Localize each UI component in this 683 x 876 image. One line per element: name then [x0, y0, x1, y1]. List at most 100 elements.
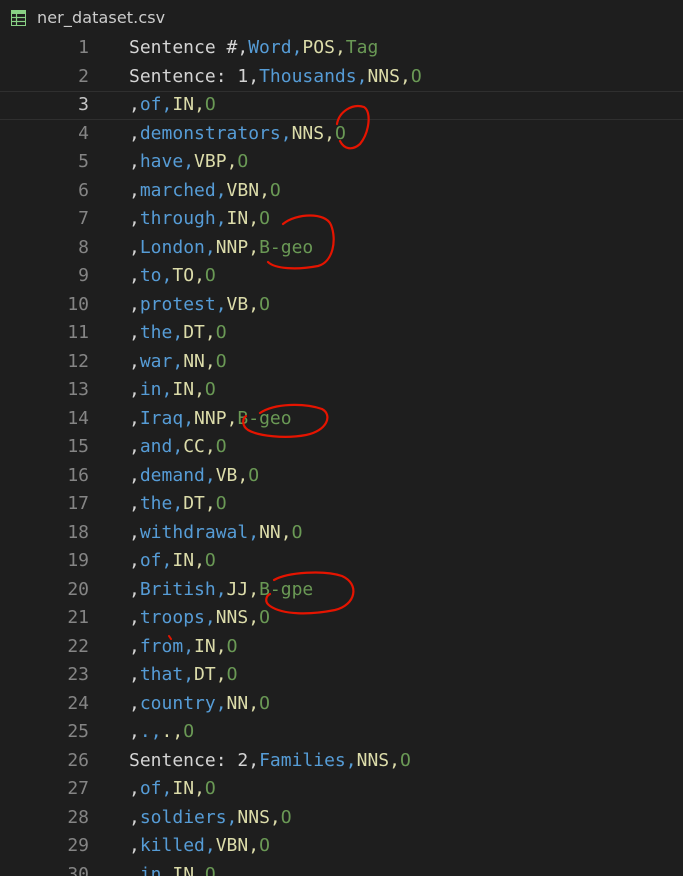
line-number: 8 — [78, 236, 89, 258]
line-content[interactable]: ,of,IN,O — [129, 91, 216, 120]
code-line[interactable]: 7 ,through,IN,O — [0, 205, 683, 234]
csv-separator: , — [129, 607, 140, 628]
code-line[interactable]: 27 ,of,IN,O — [0, 775, 683, 804]
line-number: 25 — [67, 721, 89, 742]
csv-separator: , — [129, 493, 140, 514]
csv-separator: , — [129, 721, 140, 742]
csv-cell: O — [259, 835, 270, 856]
code-line[interactable]: 21 ,troops,NNS,O — [0, 604, 683, 633]
line-content[interactable]: ,Iraq,NNP,B-geo — [129, 405, 292, 434]
csv-separator: , — [129, 122, 140, 144]
line-number: 11 — [67, 322, 89, 343]
code-line[interactable]: 19 ,of,IN,O — [0, 547, 683, 576]
line-content[interactable]: ,demonstrators,NNS,O — [129, 120, 346, 149]
code-line[interactable]: 1 Sentence #,Word,POS,Tag — [0, 34, 683, 63]
csv-cell: O — [215, 436, 227, 457]
line-content[interactable]: ,that,DT,O — [129, 661, 237, 690]
code-line[interactable]: 20 ,British,JJ,B-gpe — [0, 576, 683, 605]
line-content[interactable]: ,marched,VBN,O — [129, 177, 281, 206]
csv-cell: NNS — [237, 806, 270, 828]
csv-separator: , — [129, 151, 140, 172]
line-content[interactable]: ,in,IN,O — [129, 376, 216, 405]
code-line[interactable]: 9 ,to,TO,O — [0, 262, 683, 291]
code-line[interactable]: 4 ,demonstrators,NNS,O — [0, 120, 683, 149]
line-content[interactable]: Sentence #,Word,POS,Tag — [129, 34, 378, 63]
csv-cell: O — [215, 322, 227, 343]
code-line[interactable]: 15 ,and,CC,O — [0, 433, 683, 462]
code-line[interactable]: 3 ,of,IN,O — [0, 91, 683, 120]
code-line[interactable]: 14 ,Iraq,NNP,B-geo — [0, 405, 683, 434]
csv-cell: O — [291, 521, 303, 543]
csv-cell: country — [139, 692, 216, 714]
code-lines[interactable]: 1 Sentence #,Word,POS,Tag 2 Sentence: 1,Tho… — [0, 34, 683, 876]
csv-cell: Iraq — [139, 407, 184, 429]
code-editor[interactable]: ner_dataset.csv 1 Sentence #,Word,POS,Tag… — [0, 0, 683, 876]
line-content[interactable]: ,troops,NNS,O — [129, 604, 270, 633]
code-line[interactable]: 30 ,in,IN,O — [0, 861, 683, 876]
csv-cell: O — [204, 265, 216, 286]
csv-separator: , — [215, 293, 227, 315]
line-content[interactable]: ,and,CC,O — [129, 433, 227, 462]
line-content[interactable]: ,to,TO,O — [129, 262, 216, 291]
line-content[interactable]: ,the,DT,O — [129, 319, 227, 348]
code-line[interactable]: 23 ,that,DT,O — [0, 661, 683, 690]
line-content[interactable]: ,British,JJ,B-gpe — [129, 576, 313, 605]
csv-cell: NNS — [215, 607, 249, 628]
code-line[interactable]: 6 ,marched,VBN,O — [0, 177, 683, 206]
code-line[interactable]: 12 ,war,NN,O — [0, 348, 683, 377]
code-line[interactable]: 25 ,.,.,O — [0, 718, 683, 747]
csv-separator: , — [215, 578, 227, 600]
line-content[interactable]: ,through,IN,O — [129, 205, 270, 234]
line-content[interactable]: ,soldiers,NNS,O — [129, 804, 292, 833]
code-line[interactable]: 17 ,the,DT,O — [0, 490, 683, 519]
code-line[interactable]: 29 ,killed,VBN,O — [0, 832, 683, 861]
csv-cell: have — [139, 151, 184, 172]
csv-separator: , — [129, 265, 140, 286]
line-number: 29 — [67, 835, 89, 856]
csv-cell: . — [139, 721, 151, 742]
code-line[interactable]: 2 Sentence: 1,Thousands,NNS,O — [0, 63, 683, 92]
line-content[interactable]: ,have,VBP,O — [129, 148, 248, 177]
csv-cell: that — [139, 664, 184, 685]
line-content[interactable]: ,protest,VB,O — [129, 291, 270, 320]
line-content[interactable]: ,demand,VB,O — [129, 462, 259, 491]
csv-cell: IN — [172, 550, 195, 571]
line-content[interactable]: ,London,NNP,B-geo — [129, 234, 313, 263]
line-content[interactable]: ,the,DT,O — [129, 490, 227, 519]
code-line[interactable]: 16 ,demand,VB,O — [0, 462, 683, 491]
csv-separator: , — [345, 749, 357, 771]
line-content[interactable]: ,war,NN,O — [129, 348, 227, 377]
line-number: 10 — [67, 293, 89, 315]
line-content[interactable]: ,killed,VBN,O — [129, 832, 270, 861]
line-content[interactable]: ,from,IN,O — [129, 633, 237, 662]
code-line[interactable]: 5 ,have,VBP,O — [0, 148, 683, 177]
code-line[interactable]: 13 ,in,IN,O — [0, 376, 683, 405]
line-content[interactable]: Sentence: 1,Thousands,NNS,O — [129, 63, 422, 92]
csv-separator: , — [237, 37, 249, 58]
line-number: 1 — [78, 37, 89, 58]
csv-separator: , — [129, 635, 140, 657]
line-content[interactable]: Sentence: 2,Families,NNS,O — [129, 747, 411, 776]
code-line[interactable]: 18 ,withdrawal,NN,O — [0, 519, 683, 548]
line-content[interactable]: ,in,IN,O — [129, 861, 216, 876]
line-content[interactable]: ,.,.,O — [129, 718, 194, 747]
line-content[interactable]: ,country,NN,O — [129, 690, 270, 719]
code-line[interactable]: 11 ,the,DT,O — [0, 319, 683, 348]
csv-separator: , — [129, 436, 140, 457]
csv-separator: , — [129, 407, 140, 429]
code-line[interactable]: 26 Sentence: 2,Families,NNS,O — [0, 747, 683, 776]
csv-separator: , — [129, 179, 140, 201]
csv-cell: VB — [215, 464, 238, 486]
csv-cell: O — [399, 749, 411, 771]
code-line[interactable]: 24 ,country,NN,O — [0, 690, 683, 719]
line-content[interactable]: ,of,IN,O — [129, 547, 216, 576]
code-line[interactable]: 10 ,protest,VB,O — [0, 291, 683, 320]
csv-separator: , — [194, 863, 205, 876]
line-content[interactable]: ,of,IN,O — [129, 775, 216, 804]
code-line[interactable]: 8 ,London,NNP,B-geo — [0, 234, 683, 263]
code-line[interactable]: 28 ,soldiers,NNS,O — [0, 804, 683, 833]
file-name[interactable]: ner_dataset.csv — [37, 8, 165, 27]
line-content[interactable]: ,withdrawal,NN,O — [129, 519, 302, 548]
code-line[interactable]: 22 ,from,IN,O — [0, 633, 683, 662]
csv-separator: , — [129, 521, 140, 543]
